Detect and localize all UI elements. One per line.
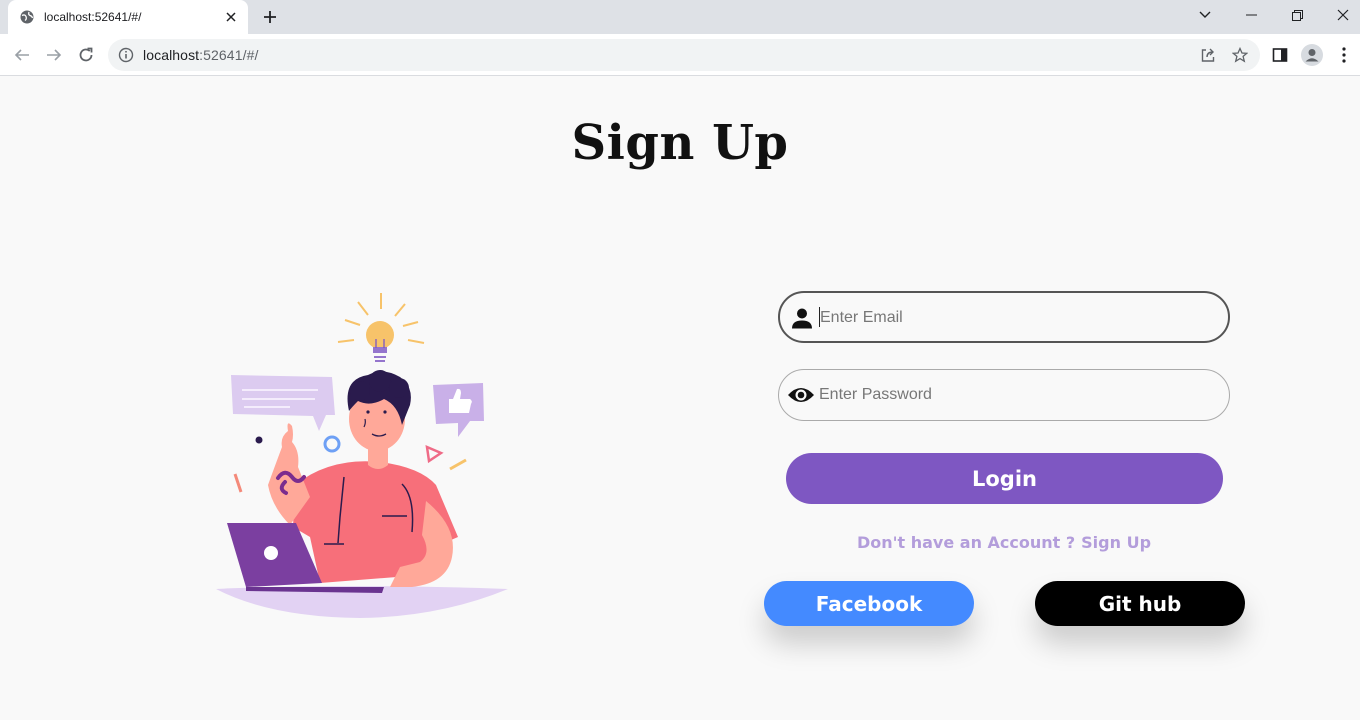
browser-toolbar: localhost:52641/#/ (0, 34, 1360, 76)
bookmark-star-icon[interactable] (1230, 45, 1250, 65)
close-tab-icon[interactable] (220, 6, 242, 28)
address-bar[interactable]: localhost:52641/#/ (108, 39, 1260, 71)
person-with-laptop-illustration (200, 287, 520, 627)
minimize-icon[interactable] (1228, 0, 1274, 30)
profile-avatar-icon[interactable] (1300, 43, 1324, 67)
more-menu-icon[interactable] (1332, 43, 1356, 67)
signup-link[interactable]: Sign Up (1081, 533, 1151, 552)
page-content: Sign Up Enter Email Login Don't have an … (0, 77, 1360, 720)
email-input[interactable] (820, 301, 1210, 335)
email-field[interactable] (778, 291, 1230, 343)
eye-icon[interactable] (787, 382, 815, 408)
browser-tabstrip: localhost:52641/#/ (0, 0, 1360, 34)
tab-title: localhost:52641/#/ (44, 10, 142, 24)
url-text: localhost:52641/#/ (143, 47, 259, 63)
github-button[interactable]: Git hub (1035, 581, 1245, 626)
reload-icon[interactable] (72, 41, 100, 69)
share-icon[interactable] (1198, 45, 1218, 65)
restore-icon[interactable] (1274, 0, 1320, 30)
globe-icon (20, 10, 34, 24)
tab-search-chevron-icon[interactable] (1182, 0, 1228, 30)
site-info-icon[interactable] (118, 47, 134, 63)
password-input[interactable] (819, 378, 1209, 412)
side-panel-icon[interactable] (1268, 43, 1292, 67)
facebook-button[interactable]: Facebook (764, 581, 974, 626)
close-window-icon[interactable] (1320, 0, 1360, 30)
forward-arrow-icon[interactable] (40, 41, 68, 69)
signup-prompt: Don't have an Account ? Sign Up (778, 533, 1230, 552)
browser-tab[interactable]: localhost:52641/#/ (8, 0, 248, 34)
back-arrow-icon[interactable] (8, 41, 36, 69)
page-title: Sign Up (571, 115, 789, 171)
new-tab-icon[interactable] (258, 5, 282, 29)
person-icon (788, 305, 816, 331)
no-account-text: Don't have an Account ? (856, 533, 1076, 552)
login-button[interactable]: Login (786, 453, 1223, 504)
password-field[interactable] (778, 369, 1230, 421)
